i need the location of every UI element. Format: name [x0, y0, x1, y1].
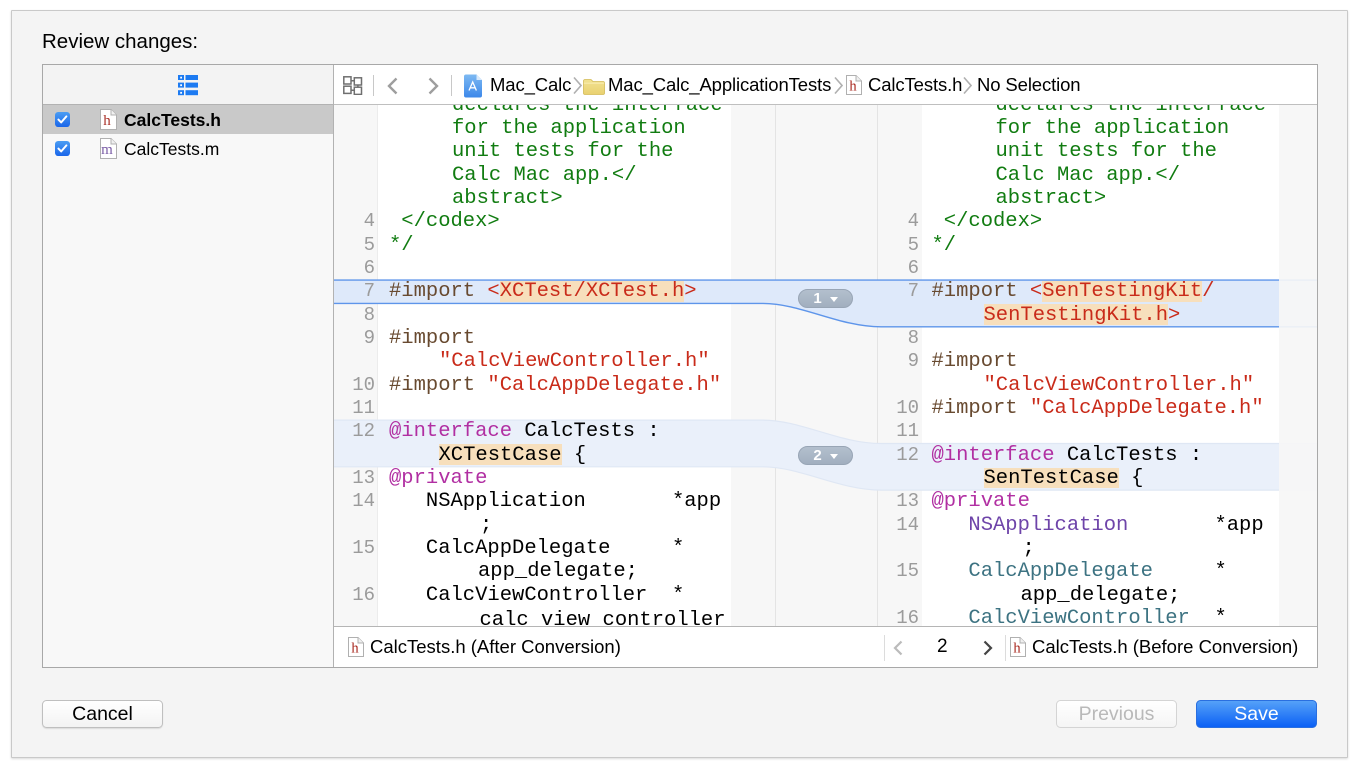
svg-text:h: h — [103, 113, 111, 129]
svg-text:h: h — [1013, 641, 1021, 657]
svg-text:h: h — [351, 641, 359, 657]
svg-text:h: h — [849, 79, 857, 95]
svg-text:m: m — [101, 142, 113, 158]
